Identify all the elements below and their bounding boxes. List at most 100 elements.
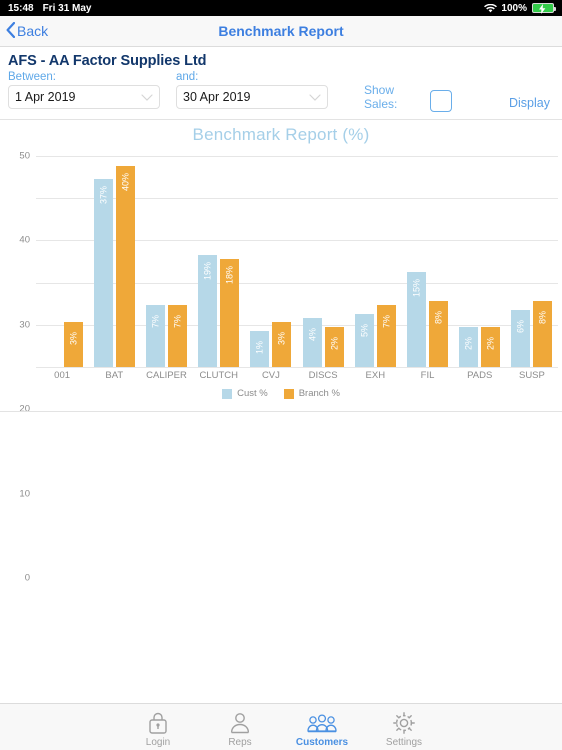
bar-value-label: 2% <box>481 326 501 359</box>
date-to-value: 30 Apr 2019 <box>183 90 251 104</box>
bar-value-label: 37% <box>93 178 113 211</box>
chart-title: Benchmark Report (%) <box>192 125 370 144</box>
lock-icon <box>147 711 169 735</box>
chart-bar: 7% <box>168 305 187 367</box>
tab-label: Customers <box>295 736 349 748</box>
show-sales-checkbox[interactable] <box>430 90 452 112</box>
chart-bar: 19% <box>198 254 218 367</box>
status-time: 15:48 <box>8 2 34 14</box>
bar-value-label: 8% <box>429 301 449 334</box>
bar-value-label: 40% <box>115 166 135 199</box>
x-axis-label: BAT <box>105 370 124 381</box>
benchmark-chart: Benchmark Report (%) 0 10 20 30 40 50 3% 37% 40… <box>0 120 562 584</box>
chart-bar: 7% <box>146 305 165 367</box>
tab-login[interactable]: Login <box>117 707 199 748</box>
date-to-select[interactable]: 30 Apr 2019 <box>176 85 328 109</box>
tab-customers[interactable]: Customers <box>281 707 363 748</box>
back-button[interactable]: Back <box>0 21 49 41</box>
bar-value-label: 19% <box>198 254 218 287</box>
legend-item: Cust % <box>222 388 268 399</box>
date-from-value: 1 Apr 2019 <box>15 90 76 104</box>
chart-bar: 15% <box>407 271 427 367</box>
bar-value-label: 7% <box>146 305 165 338</box>
x-axis-label: FIL <box>420 370 435 381</box>
bar-group: 6% 8% <box>506 156 558 367</box>
x-axis-label: PADS <box>467 370 493 381</box>
chart-bar: 2% <box>459 326 479 367</box>
battery-charging-icon <box>532 3 556 14</box>
bar-value-label: 3% <box>63 322 83 355</box>
bar-value-label: 18% <box>220 259 240 292</box>
bar-value-label: 4% <box>302 318 322 351</box>
bar-group: 3% <box>36 156 88 367</box>
x-axis-label: CLUTCH <box>199 370 238 381</box>
legend-item: Branch % <box>283 388 340 399</box>
status-date: Fri 31 May <box>42 2 92 14</box>
display-button[interactable]: Display <box>509 71 554 110</box>
filter-panel: AFS - AA Factor Supplies Ltd Between: 1 … <box>0 47 562 120</box>
bar-group: 37% 40% <box>88 156 140 367</box>
person-icon <box>229 711 251 735</box>
battery-percent: 100% <box>501 2 527 14</box>
tab-label: Login <box>145 736 171 748</box>
back-label: Back <box>17 23 49 39</box>
x-axis-label: 001 <box>54 370 71 381</box>
bar-value-label: 3% <box>272 322 292 355</box>
gear-icon <box>392 711 416 735</box>
tab-settings[interactable]: Settings <box>363 707 445 748</box>
chart-legend: Cust % Branch % <box>0 388 562 399</box>
chart-bar: 5% <box>354 313 374 367</box>
chart-bar: 7% <box>376 305 396 367</box>
chart-plot-area: 0 10 20 30 40 50 3% 37% 40% 7% 7% 19% 18% 1% 3% 4% 2% 5%… <box>19 151 558 584</box>
bar-value-label: 1% <box>250 330 270 363</box>
bar-value-label: 2% <box>459 326 479 359</box>
group-icon <box>307 711 337 735</box>
date-from-select[interactable]: 1 Apr 2019 <box>8 85 160 109</box>
chevron-down-icon <box>309 90 321 104</box>
chart-bar: 4% <box>302 318 322 367</box>
bar-group: 15% 8% <box>401 156 453 367</box>
show-sales-label: Show Sales: <box>364 83 398 111</box>
legend-swatch <box>283 388 294 399</box>
bar-value-label: 7% <box>168 305 187 338</box>
chart-x-axis-labels: 001 BAT CALIPER CLUTCH CVJ DISCS EXH FIL PADS SUS… <box>36 370 558 381</box>
chart-bar: 1% <box>250 330 270 367</box>
chart-bar: 3% <box>272 322 292 367</box>
chart-bar: 8% <box>533 301 553 367</box>
y-axis-tick: 30 <box>19 319 30 331</box>
and-label: and: <box>176 71 199 83</box>
company-name: AFS - AA Factor Supplies Ltd <box>8 53 207 69</box>
bar-group: 1% 3% <box>245 156 297 367</box>
bar-group: 5% 7% <box>349 156 401 367</box>
bar-value-label: 7% <box>376 305 396 338</box>
bar-group: 7% 7% <box>140 156 192 367</box>
chart-bar: 6% <box>511 309 531 367</box>
x-axis-label: SUSP <box>518 370 545 381</box>
chart-bar: 18% <box>220 259 240 367</box>
tab-bar: Login Reps Customers Settings <box>0 703 562 750</box>
chart-bottom-divider <box>0 411 562 412</box>
y-axis-tick: 40 <box>19 234 30 246</box>
chevron-left-icon <box>6 21 16 41</box>
bar-value-label: 6% <box>511 309 531 342</box>
legend-swatch <box>222 388 233 399</box>
chart-bar: 40% <box>115 166 135 367</box>
tab-label: Reps <box>228 736 252 748</box>
x-axis-label: DISCS <box>308 370 338 381</box>
tab-reps[interactable]: Reps <box>199 707 281 748</box>
chart-bars: 3% 37% 40% 7% 7% 19% 18% 1% 3% 4% 2% 5% 7% 15% 8% 2% 2% 6… <box>36 156 558 367</box>
between-label: Between: <box>8 71 56 83</box>
filter-row: Between: 1 Apr 2019 and: 30 Apr 2019 Sho… <box>8 71 554 112</box>
y-axis-tick: 50 <box>19 150 30 162</box>
x-axis-label: CVJ <box>261 370 280 381</box>
x-axis-label: EXH <box>365 370 386 381</box>
wifi-icon <box>484 3 498 13</box>
bar-group: 19% 18% <box>193 156 245 367</box>
page-title: Benchmark Report <box>218 23 344 39</box>
y-axis-tick: 0 <box>24 572 30 584</box>
chart-bar: 3% <box>63 322 83 367</box>
chart-bar: 2% <box>481 326 501 367</box>
legend-label: Branch % <box>298 388 340 399</box>
status-right-cluster: 100% <box>484 2 556 14</box>
bar-value-label: 8% <box>533 301 553 334</box>
